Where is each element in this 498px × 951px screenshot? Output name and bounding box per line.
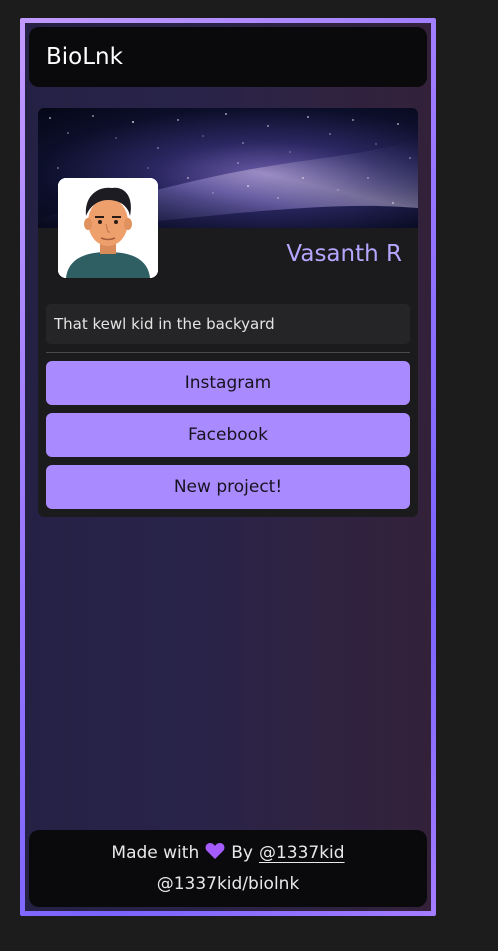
link-button-instagram[interactable]: Instagram xyxy=(46,361,410,405)
made-with-text: Made with xyxy=(111,842,200,863)
heart-icon xyxy=(205,842,225,863)
repo-text: @1337kid/biolnk xyxy=(156,874,300,894)
link-button-new-project[interactable]: New project! xyxy=(46,465,410,509)
author-link[interactable]: @1337kid xyxy=(259,843,345,863)
divider xyxy=(46,352,410,353)
by-text: By xyxy=(231,842,253,863)
app-frame: BioLnk Vasanth R That kewl kid in the ba… xyxy=(20,18,436,916)
app-background: BioLnk Vasanth R That kewl kid in the ba… xyxy=(25,23,431,911)
link-button-facebook[interactable]: Facebook xyxy=(46,413,410,457)
avatar xyxy=(58,178,158,278)
profile-bio: That kewl kid in the backyard xyxy=(46,304,410,344)
top-bar: BioLnk xyxy=(29,27,427,87)
bio-text: That kewl kid in the backyard xyxy=(54,315,275,333)
person-avatar-icon xyxy=(58,178,158,278)
footer-credit-line: Made with By @1337kid xyxy=(29,842,427,863)
brand-title: BioLnk xyxy=(46,44,123,70)
profile-card: Vasanth R That kewl kid in the backyard … xyxy=(38,108,418,517)
footer: Made with By @1337kid @1337kid/biolnk xyxy=(29,830,427,907)
profile-name: Vasanth R xyxy=(286,241,402,267)
